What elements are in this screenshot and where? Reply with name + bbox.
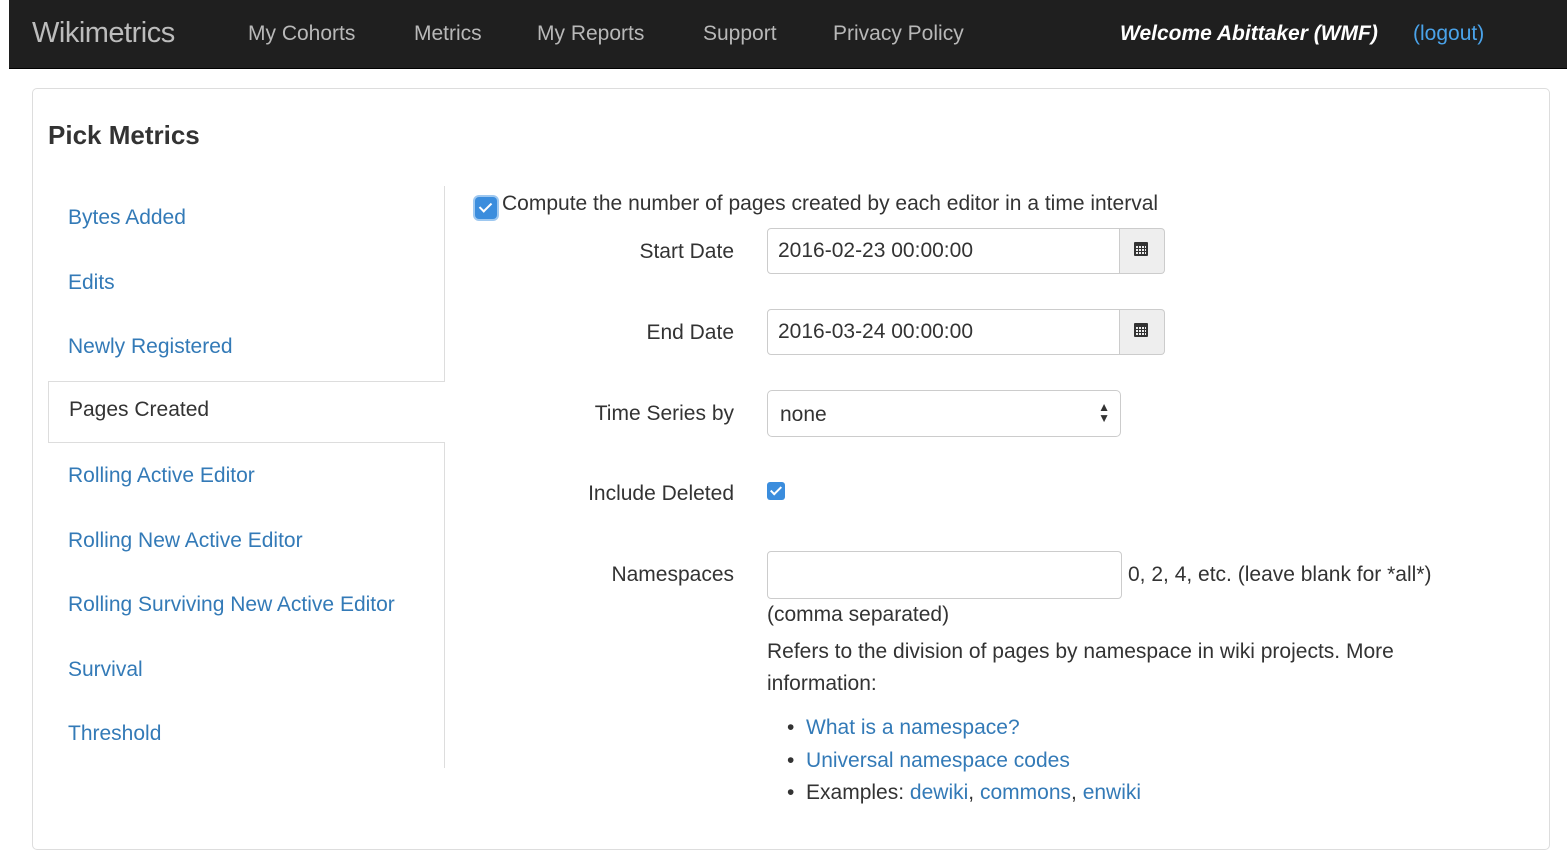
example-commons-link[interactable]: commons — [980, 781, 1071, 804]
namespaces-subhint: (comma separated) — [767, 603, 950, 626]
examples-label: Examples: — [806, 781, 905, 804]
nav-support[interactable]: Support — [703, 22, 777, 46]
include-deleted-checkbox[interactable] — [767, 482, 785, 500]
universal-namespace-codes-link[interactable]: Universal namespace codes — [806, 749, 1070, 772]
nav-my-reports[interactable]: My Reports — [537, 22, 644, 46]
example-dewiki-link[interactable]: dewiki — [910, 781, 968, 804]
sidebar-item-pages-created[interactable]: Pages Created — [48, 381, 445, 443]
sidebar-item-survival[interactable]: Survival — [68, 658, 143, 682]
time-series-label: Time Series by — [594, 402, 734, 425]
page-title: Pick Metrics — [48, 120, 200, 150]
metric-description: Compute the number of pages created by e… — [502, 192, 1159, 215]
separator: , — [1071, 781, 1077, 804]
list-item: • Universal namespace codes — [787, 749, 1070, 772]
start-date-label: Start Date — [639, 240, 734, 263]
end-date-input[interactable] — [767, 309, 1120, 355]
metrics-sidebar: Bytes Added Edits Newly Registered Pages… — [48, 186, 445, 768]
start-date-calendar-button[interactable] — [1120, 228, 1165, 274]
welcome-text: Welcome Abittaker (WMF) — [1120, 22, 1378, 45]
namespaces-hint: 0, 2, 4, etc. (leave blank for *all*) — [1128, 563, 1432, 586]
nav-my-cohorts[interactable]: My Cohorts — [248, 22, 355, 46]
sidebar-item-threshold[interactable]: Threshold — [68, 722, 161, 746]
metric-enable-checkbox[interactable] — [475, 197, 497, 219]
namespaces-input[interactable] — [767, 551, 1122, 599]
end-date-label: End Date — [646, 321, 734, 344]
sidebar-item-newly-registered[interactable]: Newly Registered — [68, 335, 233, 359]
end-date-calendar-button[interactable] — [1120, 309, 1165, 355]
calendar-icon — [1134, 323, 1148, 337]
sidebar-item-label: Pages Created — [69, 398, 210, 421]
separator: , — [968, 781, 975, 804]
end-date-group — [767, 309, 1165, 357]
sidebar-item-edits[interactable]: Edits — [68, 271, 115, 295]
nav-metrics[interactable]: Metrics — [414, 22, 482, 46]
namespaces-label: Namespaces — [611, 563, 734, 586]
namespaces-help: Refers to the division of pages by names… — [767, 640, 1394, 695]
include-deleted-label: Include Deleted — [588, 482, 734, 505]
logout-link[interactable]: (logout) — [1413, 22, 1484, 46]
select-arrows-icon: ▲ ▼ — [1098, 400, 1110, 425]
nav-privacy-policy[interactable]: Privacy Policy — [833, 22, 964, 46]
sidebar-item-rolling-surviving-new-active-editor[interactable]: Rolling Surviving New Active Editor — [68, 593, 395, 617]
sidebar-item-bytes-added[interactable]: Bytes Added — [68, 206, 186, 230]
example-enwiki-link[interactable]: enwiki — [1083, 781, 1141, 804]
start-date-input[interactable] — [767, 228, 1120, 274]
start-date-group — [767, 228, 1165, 276]
sidebar-item-rolling-new-active-editor[interactable]: Rolling New Active Editor — [68, 529, 303, 553]
top-navbar: Wikimetrics My Cohorts Metrics My Report… — [9, 0, 1567, 69]
list-item: • What is a namespace? — [787, 716, 1020, 739]
sidebar-item-rolling-active-editor[interactable]: Rolling Active Editor — [68, 464, 255, 488]
what-is-namespace-link[interactable]: What is a namespace? — [806, 716, 1020, 739]
time-series-select[interactable]: none ▲ ▼ — [767, 390, 1121, 437]
brand-logo[interactable]: Wikimetrics — [32, 17, 175, 50]
calendar-icon — [1134, 242, 1148, 256]
time-series-value: none — [780, 403, 827, 426]
list-item: • Examples: dewiki, commons, enwiki — [787, 781, 1142, 804]
